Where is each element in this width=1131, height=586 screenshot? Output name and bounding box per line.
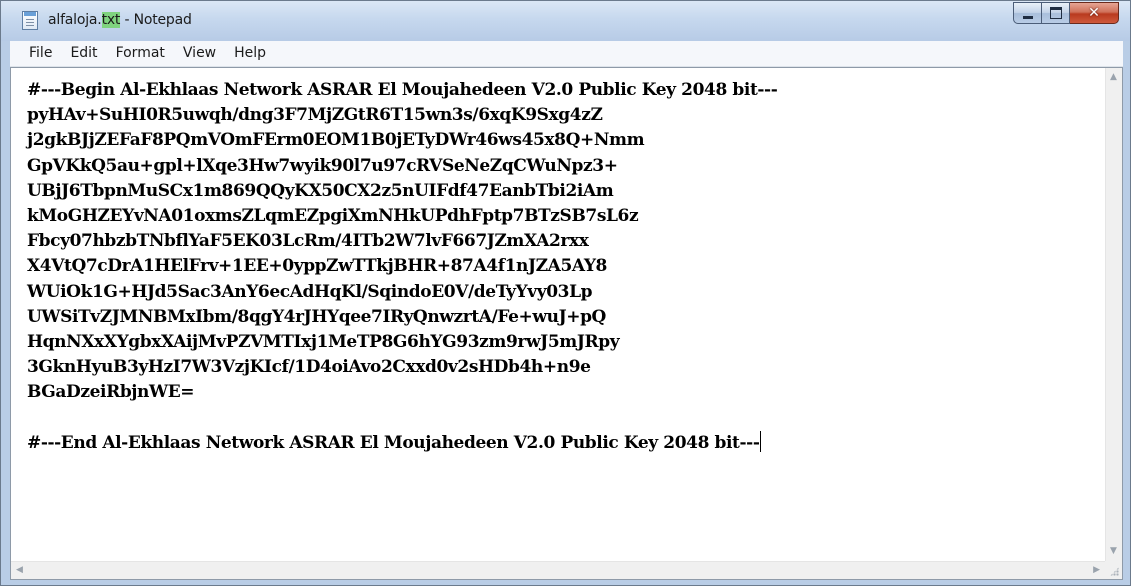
editor-line: pyHAv+SuHI0R5uwqh/dng3F7MjZGtR6T15wn3s/6… bbox=[27, 105, 603, 126]
editor-line: UWSiTvZJMNBMxIbm/8qgY4rJHYqee7IRyQnwzrtA… bbox=[27, 306, 606, 327]
editor-frame: #---Begin Al-Ekhlaas Network ASRAR El Mo… bbox=[10, 67, 1123, 580]
horizontal-scrollbar[interactable]: ◀ ▶ bbox=[11, 561, 1105, 579]
close-icon: ✕ bbox=[1088, 5, 1100, 21]
maximize-button[interactable] bbox=[1042, 2, 1070, 24]
scroll-right-arrow-icon[interactable]: ▶ bbox=[1093, 566, 1100, 575]
scroll-up-arrow-icon[interactable]: ▲ bbox=[1110, 73, 1117, 82]
editor-line: #---End Al-Ekhlaas Network ASRAR El Mouj… bbox=[27, 430, 762, 453]
editor-line: WUiOk1G+HJd5Sac3AnY6ecAdHqKl/SqindoE0V/d… bbox=[27, 281, 593, 302]
editor-line: UBjJ6TbpnMuSCx1m869QQyKX50CX2z5nUIFdf47E… bbox=[27, 180, 614, 201]
editor-line: 3GknHyuB3yHzI7W3VzjKIcf/1D4oiAvo2Cxxd0v2… bbox=[27, 357, 591, 378]
menu-file[interactable]: File bbox=[10, 41, 61, 66]
vertical-scrollbar[interactable]: ▲ ▼ bbox=[1105, 68, 1122, 561]
notepad-window: alfaloja.txt - Notepad ✕ File Edit Forma… bbox=[0, 0, 1131, 586]
editor-line: j2gkBJjZEFaF8PQmVOmFErm0EOM1B0jETyDWr46w… bbox=[27, 130, 645, 151]
editor-line: BGaDzeiRbjnWE= bbox=[27, 382, 195, 403]
editor-line: #---Begin Al-Ekhlaas Network ASRAR El Mo… bbox=[27, 80, 778, 100]
minimize-button[interactable] bbox=[1013, 2, 1042, 24]
editor-line: GpVKkQ5au+gpl+lXqe3Hw7wyik90l7u97cRVSeNe… bbox=[27, 155, 618, 176]
text-caret bbox=[760, 430, 762, 452]
editor-line: kMoGHZEYvNA01oxmsZLqmEZpgiXmNHkUPdhFptp7… bbox=[27, 205, 639, 226]
title-filename: alfaloja. bbox=[48, 12, 102, 28]
minimize-icon bbox=[1022, 15, 1033, 19]
menu-help[interactable]: Help bbox=[225, 41, 275, 66]
caption-buttons: ✕ bbox=[1013, 2, 1119, 26]
scroll-left-arrow-icon[interactable]: ◀ bbox=[16, 566, 23, 575]
window-title: alfaloja.txt - Notepad bbox=[48, 12, 192, 28]
size-grip[interactable] bbox=[1105, 561, 1122, 579]
close-button[interactable]: ✕ bbox=[1070, 2, 1119, 24]
scroll-down-arrow-icon[interactable]: ▼ bbox=[1110, 547, 1117, 556]
title-extension-highlight: txt bbox=[101, 12, 121, 28]
maximize-icon bbox=[1049, 7, 1062, 19]
editor-line: Fbcy07hbzbTNbflYaF5EK03LcRm/4ITb2W7lvF66… bbox=[27, 231, 589, 252]
title-bar[interactable]: alfaloja.txt - Notepad ✕ bbox=[1, 1, 1130, 41]
title-app-name: - Notepad bbox=[120, 12, 192, 28]
menu-view[interactable]: View bbox=[174, 41, 225, 66]
editor-line: X4VtQ7cDrA1HElFrv+1EE+0yppZwTTkjBHR+87A4… bbox=[27, 256, 607, 277]
menu-format[interactable]: Format bbox=[107, 41, 174, 66]
editor-text[interactable]: #---Begin Al-Ekhlaas Network ASRAR El Mo… bbox=[27, 78, 778, 456]
menu-bar: File Edit Format View Help bbox=[10, 41, 1123, 67]
notepad-app-icon[interactable] bbox=[22, 11, 38, 30]
text-editor[interactable]: #---Begin Al-Ekhlaas Network ASRAR El Mo… bbox=[11, 68, 1105, 561]
editor-line: HqnNXxXYgbxXAijMvPZVMTIxj1MeTP8G6hYG93zm… bbox=[27, 331, 620, 352]
menu-edit[interactable]: Edit bbox=[61, 41, 106, 66]
